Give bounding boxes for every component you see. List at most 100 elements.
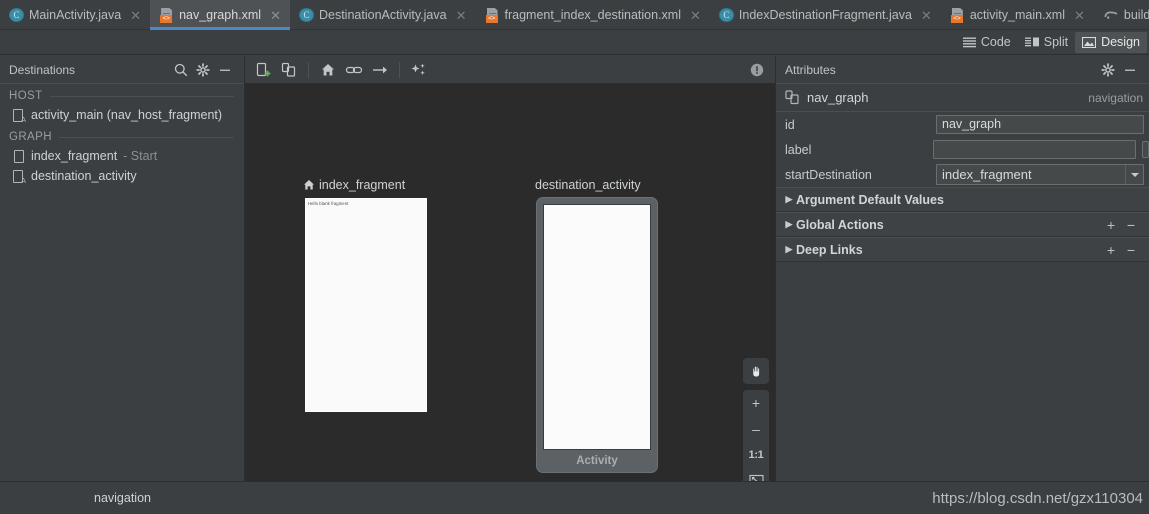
node-name: index_fragment xyxy=(319,178,406,192)
tab-label: fragment_index_destination.xml xyxy=(504,8,682,22)
add-action-icon[interactable] xyxy=(368,59,392,81)
object-type: navigation xyxy=(1088,90,1143,105)
tab-destinationactivity-java[interactable]: C DestinationActivity.java ✕ xyxy=(290,0,476,30)
xml-layout-icon: <> xyxy=(950,7,965,23)
list-item-label: activity_main (nav_host_fragment) xyxy=(31,108,223,122)
nested-graph-icon[interactable] xyxy=(277,59,301,81)
activity-icon xyxy=(12,169,26,185)
zoom-actual-size-button[interactable]: 1:1 xyxy=(743,442,769,468)
list-item-activity-main[interactable]: activity_main (nav_host_fragment) xyxy=(0,105,244,125)
start-destination-badge: - Start xyxy=(123,149,158,163)
minimize-icon[interactable] xyxy=(1119,59,1141,81)
node-name: destination_activity xyxy=(535,178,641,192)
object-name: nav_graph xyxy=(807,90,869,105)
canvas-node-index-fragment[interactable]: Hello blank fragment xyxy=(305,198,427,412)
add-deep-link-icon[interactable] xyxy=(342,59,366,81)
close-icon[interactable]: ✕ xyxy=(1073,9,1086,22)
watermark-text: https://blog.csdn.net/gzx110304 xyxy=(932,489,1143,507)
attributes-panel: Attributes nav_graph navigation id nav_g… xyxy=(775,56,1149,481)
zoom-button-stack: + – 1:1 xyxy=(743,390,769,481)
chevron-right-icon: ▶ xyxy=(785,244,793,254)
tab-mainactivity-java[interactable]: C MainActivity.java ✕ xyxy=(0,0,150,30)
canvas-node-destination-activity[interactable]: Activity xyxy=(536,197,658,473)
java-class-icon: C xyxy=(718,8,734,22)
attribute-key: startDestination xyxy=(785,167,872,182)
home-icon xyxy=(303,179,315,191)
java-class-icon: C xyxy=(9,8,24,22)
tab-build-gradle-app[interactable]: build.gradle (:app) ✕ xyxy=(1094,0,1149,30)
tab-label: build.gradle (:app) xyxy=(1123,8,1149,22)
panel-title: Attributes xyxy=(785,62,836,77)
minimize-icon[interactable] xyxy=(214,59,236,81)
auto-arrange-icon[interactable] xyxy=(407,59,431,81)
mode-code-button[interactable]: Code xyxy=(956,32,1018,53)
node-label-destination-activity: destination_activity xyxy=(535,178,641,192)
set-start-destination-icon[interactable] xyxy=(316,59,340,81)
split-view-icon xyxy=(1024,37,1039,48)
mode-design-button[interactable]: Design xyxy=(1075,31,1147,53)
navigation-graph-icon xyxy=(785,90,800,105)
gradle-icon xyxy=(1103,8,1119,22)
mode-split-button[interactable]: Split xyxy=(1018,32,1075,53)
close-icon[interactable]: ✕ xyxy=(129,9,142,22)
zoom-out-button[interactable]: – xyxy=(743,416,769,442)
remove-deep-link-button[interactable]: − xyxy=(1121,242,1141,258)
warning-issue-icon[interactable] xyxy=(745,59,769,81)
gear-icon[interactable] xyxy=(192,59,214,81)
mode-label: Code xyxy=(980,35,1011,49)
close-icon[interactable]: ✕ xyxy=(920,9,933,22)
tab-indexdestinationfragment-java[interactable]: C IndexDestinationFragment.java ✕ xyxy=(710,0,941,30)
section-global-actions[interactable]: ▶ Global Actions + − xyxy=(776,212,1149,237)
tab-label: DestinationActivity.java xyxy=(318,8,447,22)
tab-activity-main-xml[interactable]: <> activity_main.xml ✕ xyxy=(941,0,1094,30)
mode-label: Design xyxy=(1101,35,1140,49)
id-field[interactable]: nav_graph xyxy=(936,115,1144,134)
navigation-graph-canvas[interactable]: index_fragment Hello blank fragment dest… xyxy=(245,84,775,481)
chevron-right-icon: ▶ xyxy=(785,219,793,229)
attribute-key: label xyxy=(785,142,812,157)
add-deep-link-button[interactable]: + xyxy=(1101,242,1121,258)
java-class-icon: C xyxy=(298,8,314,22)
divider xyxy=(399,61,400,78)
new-destination-icon[interactable] xyxy=(251,59,275,81)
editor-mode-bar: Code Split Design xyxy=(0,30,1149,55)
zoom-in-button[interactable]: + xyxy=(743,390,769,416)
pick-resource-button[interactable] xyxy=(1142,141,1149,158)
tab-label: MainActivity.java xyxy=(29,8,122,22)
zoom-to-fit-button[interactable] xyxy=(743,468,769,481)
attribute-row-startdestination: startDestination index_fragment xyxy=(776,162,1149,187)
navigation-canvas-area: index_fragment Hello blank fragment dest… xyxy=(245,56,775,481)
design-image-icon xyxy=(1082,36,1097,48)
list-item-label: destination_activity xyxy=(31,169,137,183)
section-title: HOST xyxy=(9,90,43,102)
attribute-row-id: id nav_graph xyxy=(776,112,1149,137)
tab-nav-graph-xml[interactable]: <> nav_graph.xml ✕ xyxy=(150,0,290,30)
section-argument-default-values[interactable]: ▶ Argument Default Values xyxy=(776,187,1149,212)
one-to-one-label: 1:1 xyxy=(748,449,764,461)
panel-title: Destinations xyxy=(9,62,76,77)
close-icon[interactable]: ✕ xyxy=(689,9,702,22)
close-icon[interactable]: ✕ xyxy=(269,9,282,22)
activity-preview-screen xyxy=(543,204,651,450)
section-deep-links[interactable]: ▶ Deep Links + − xyxy=(776,237,1149,262)
close-icon[interactable]: ✕ xyxy=(455,9,468,22)
label-field[interactable] xyxy=(932,140,1137,159)
pan-tool-button[interactable] xyxy=(743,358,769,384)
chevron-down-icon[interactable] xyxy=(1125,165,1143,184)
search-icon[interactable] xyxy=(170,59,192,81)
add-global-action-button[interactable]: + xyxy=(1101,217,1121,233)
editor-tab-bar: C MainActivity.java ✕ <> nav_graph.xml ✕… xyxy=(0,0,1149,30)
list-item-index-fragment[interactable]: index_fragment - Start xyxy=(0,146,244,166)
destinations-panel-header: Destinations xyxy=(0,56,244,84)
tab-fragment-index-destination-xml[interactable]: <> fragment_index_destination.xml ✕ xyxy=(476,0,710,30)
fit-screen-icon xyxy=(748,474,764,481)
list-item-destination-activity[interactable]: destination_activity xyxy=(0,166,244,186)
remove-global-action-button[interactable]: − xyxy=(1121,217,1141,233)
start-destination-dropdown[interactable]: index_fragment xyxy=(936,164,1144,185)
status-bar-left-label: navigation xyxy=(94,491,151,505)
gear-icon[interactable] xyxy=(1097,59,1119,81)
section-header-host: HOST xyxy=(0,84,244,105)
dropdown-value: index_fragment xyxy=(942,167,1032,182)
section-label: Argument Default Values xyxy=(796,192,944,207)
mode-label: Split xyxy=(1043,35,1069,49)
